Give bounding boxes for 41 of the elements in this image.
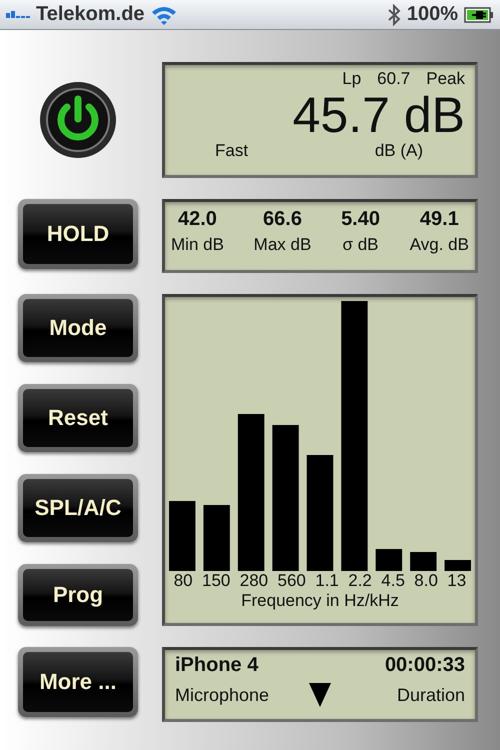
- power-button[interactable]: [39, 81, 117, 159]
- hardware-button[interactable]: More ...: [23, 652, 133, 712]
- stat-label: σ dB: [342, 235, 380, 255]
- elapsed-label: Duration: [396, 684, 465, 706]
- elapsed-time: 00:00:33: [384, 654, 465, 677]
- frequency-label: 280: [240, 571, 268, 591]
- frequency-label: 4.5: [381, 571, 405, 591]
- frequency-label: 13: [447, 571, 466, 591]
- weighting-label: dB (A): [374, 141, 423, 161]
- signal-icon: [6, 11, 30, 18]
- frequency-label: 560: [277, 571, 306, 591]
- frequency-label: 8.0: [414, 571, 438, 591]
- mode-label: Lp: [342, 69, 362, 89]
- dropdown-caret-icon[interactable]: [309, 683, 331, 707]
- hardware-button[interactable]: Mode: [23, 299, 133, 357]
- frequency-label: 1.1: [315, 571, 339, 591]
- hardware-button[interactable]: SPL/A/C: [23, 479, 133, 537]
- hardware-button[interactable]: HOLD: [23, 204, 133, 264]
- carrier-name: Telekom.de: [36, 3, 145, 26]
- axis-title: Frequency in Hz/kHz: [241, 591, 399, 611]
- peak-value: 60.7: [377, 69, 410, 89]
- peak-label: Peak: [426, 69, 465, 89]
- input-source: Microphone: [175, 684, 270, 706]
- wifi-icon: [150, 4, 177, 24]
- device-name: iPhone 4: [175, 654, 260, 677]
- stat-value: 49.1: [418, 208, 460, 231]
- stat-value: 5.40: [341, 208, 380, 231]
- stat-value: 66.6: [262, 208, 303, 231]
- battery-percentage: 100%: [406, 3, 458, 26]
- hardware-button[interactable]: Prog: [23, 569, 133, 621]
- hardware-button[interactable]: Reset: [23, 389, 133, 447]
- frequency-label: 80: [174, 571, 193, 591]
- stat-label: Avg. dB: [410, 235, 469, 255]
- frequency-label: 150: [202, 571, 230, 591]
- time-weighting-label: Fast: [215, 141, 248, 161]
- sound-level-reading: 45.7 dB: [292, 89, 465, 141]
- stat-label: Min dB: [171, 235, 224, 255]
- stat-value: 42.0: [176, 208, 218, 231]
- bluetooth-icon: [386, 4, 401, 26]
- stat-label: Max dB: [254, 235, 312, 255]
- frequency-label: 2.2: [348, 571, 372, 591]
